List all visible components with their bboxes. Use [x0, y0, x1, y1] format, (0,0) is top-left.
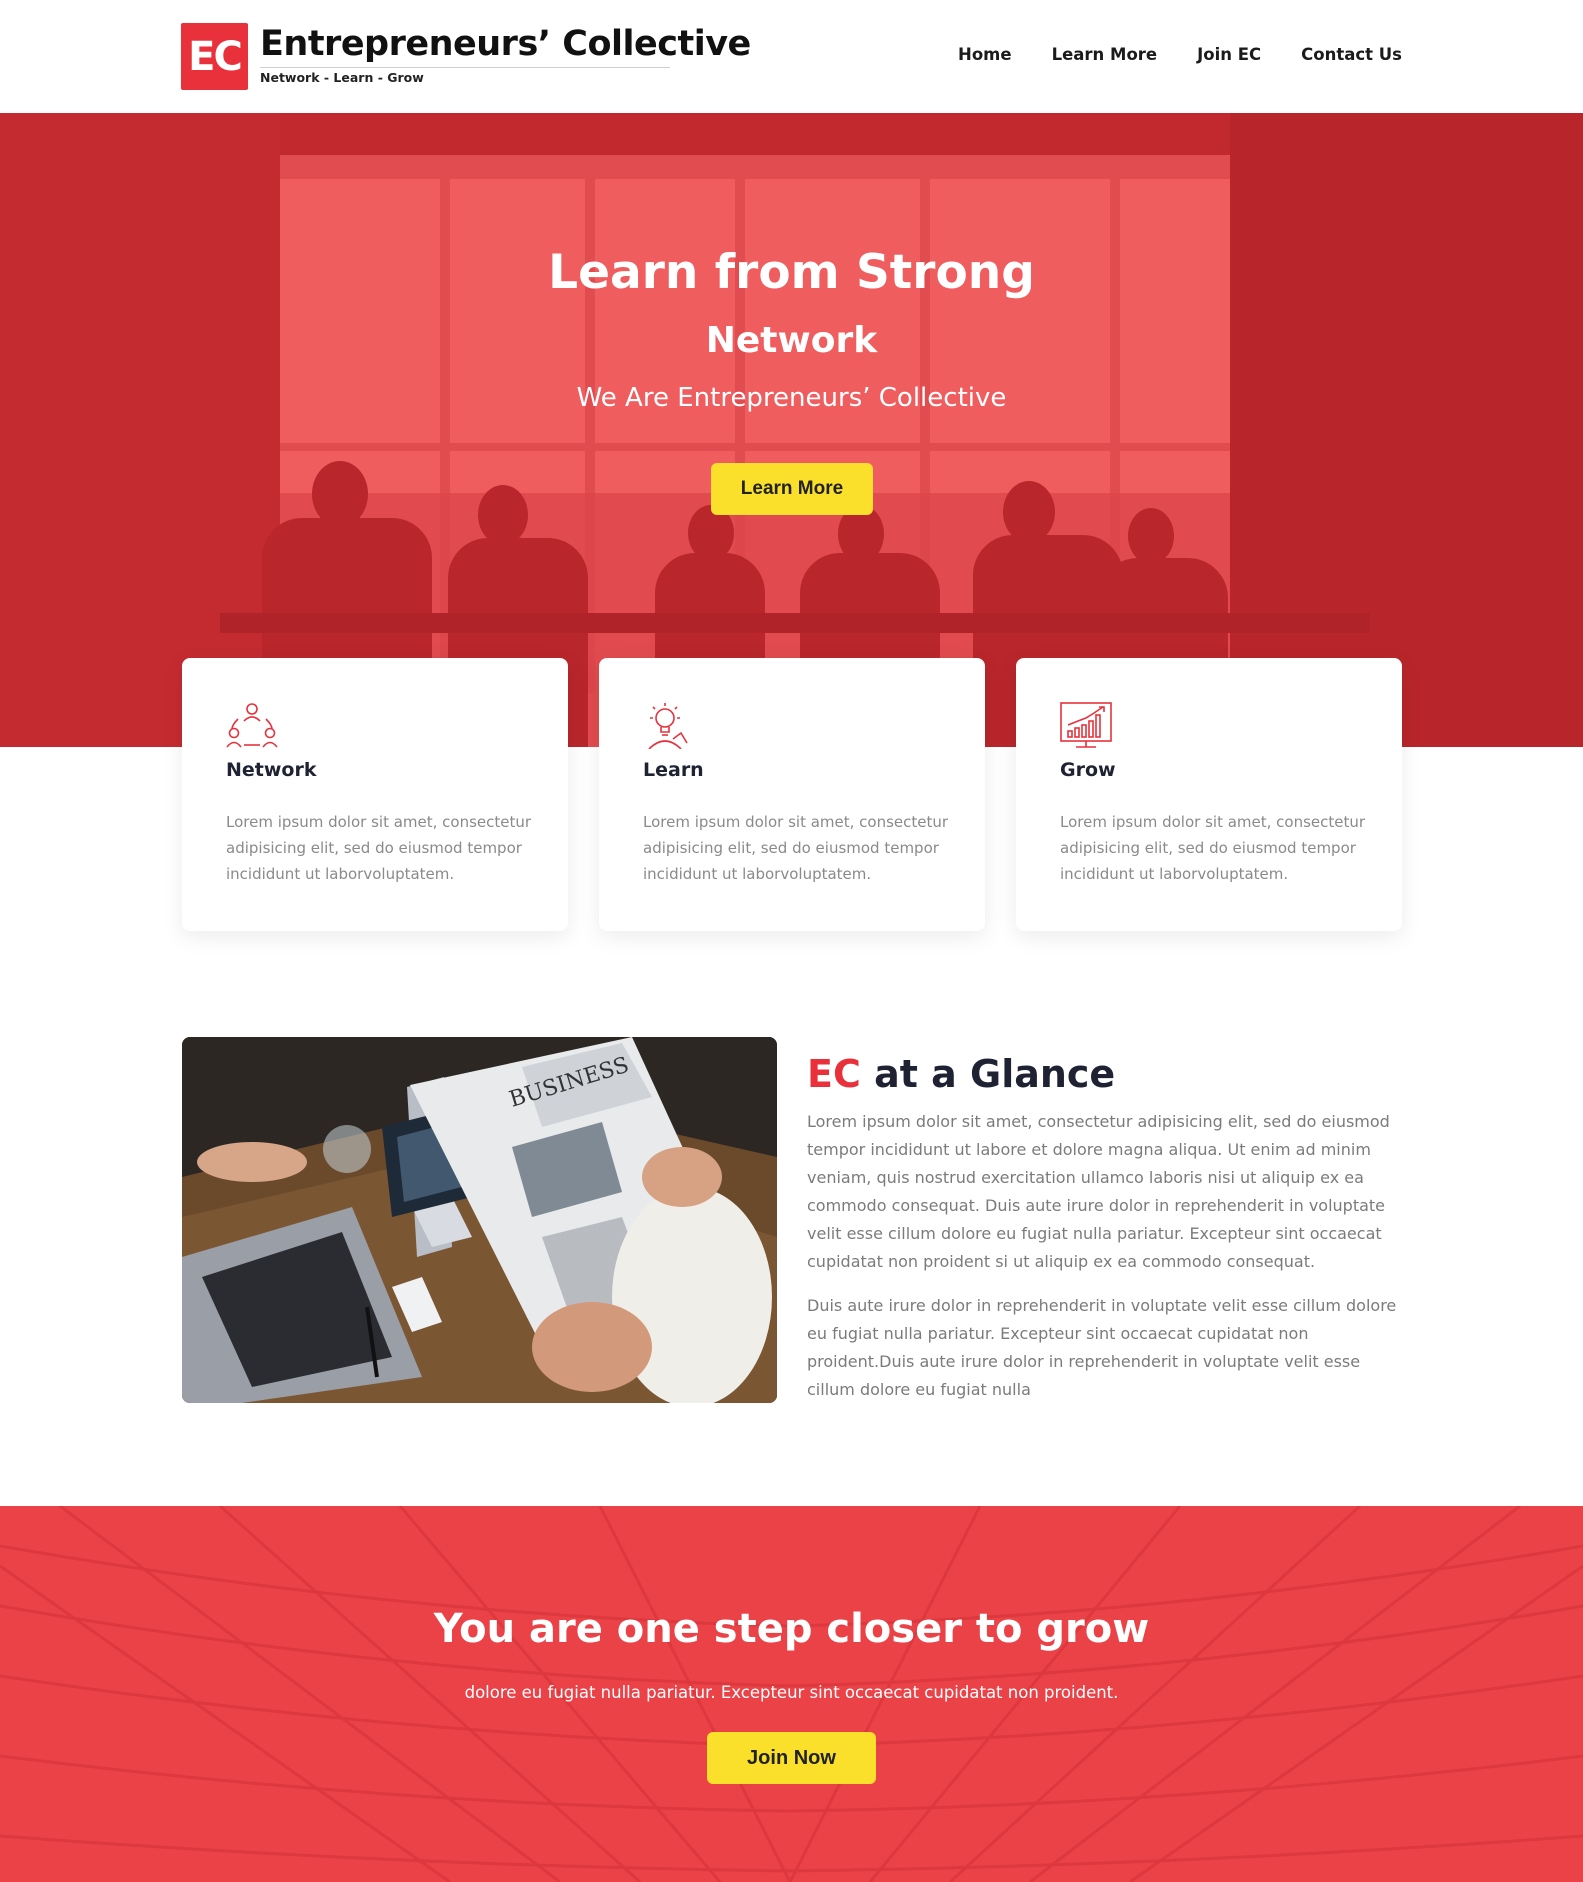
brand-logo[interactable]: EC Entrepreneurs’ Collective Network - L…	[181, 23, 751, 90]
hero-title: Learn from Strong	[548, 245, 1035, 300]
person-head	[1003, 481, 1055, 543]
about-title: EC at a Glance	[807, 1052, 1115, 1096]
person-head	[1128, 508, 1174, 564]
feature-text: Lorem ipsum dolor sit amet, consectetur …	[643, 813, 949, 883]
logo-text: Entrepreneurs’ Collective Network - Lear…	[260, 23, 751, 85]
about-photo: BUSINESS	[182, 1037, 777, 1403]
about-paragraph: Lorem ipsum dolor sit amet, consectetur …	[807, 1112, 1390, 1271]
hero-section: Learn from Strong Network We Are Entrepr…	[0, 113, 1583, 747]
feature-text: Lorem ipsum dolor sit amet, consectetur …	[1060, 813, 1366, 883]
cta-text: dolore eu fugiat nulla pariatur. Excepte…	[464, 1683, 1119, 1702]
hero-right-wall	[1230, 113, 1583, 747]
cta-section: You are one step closer to grow dolore e…	[0, 1506, 1583, 1882]
cta-title: You are one step closer to grow	[433, 1606, 1150, 1652]
nav-learn-more[interactable]: Learn More	[1052, 45, 1158, 64]
newspaper-photo: BUSINESS	[182, 1037, 777, 1403]
brand-name: Entrepreneurs’ Collective	[260, 24, 751, 64]
feature-text: Lorem ipsum dolor sit amet, consectetur …	[226, 813, 532, 883]
nav-home[interactable]: Home	[958, 45, 1012, 64]
network-icon	[226, 703, 278, 748]
hero-left-wall	[0, 113, 280, 747]
site-header: EC Entrepreneurs’ Collective Network - L…	[0, 0, 1583, 113]
logo-mark: EC	[181, 23, 248, 90]
feature-card-learn: Learn Lorem ipsum dolor sit amet, consec…	[599, 658, 985, 931]
brand-tagline: Network - Learn - Grow	[260, 70, 424, 85]
about-paragraph: Duis aute irure dolor in reprehenderit i…	[807, 1296, 1397, 1399]
window-frame-top	[280, 155, 1230, 179]
person-head	[478, 485, 528, 545]
logo-divider	[260, 67, 670, 68]
lightbulb-icon	[648, 703, 688, 749]
hero-subtitle: Network	[705, 320, 878, 361]
hero-tagline: We Are Entrepreneurs’ Collective	[576, 383, 1007, 413]
hero-learn-more-button[interactable]: Learn More	[711, 463, 873, 515]
feature-title: Grow	[1060, 759, 1116, 781]
about-title-accent: EC	[807, 1052, 861, 1096]
growth-chart-icon	[1060, 702, 1112, 748]
main-nav: Home Learn More Join EC Contact Us	[958, 45, 1402, 64]
join-now-button[interactable]: Join Now	[707, 1732, 876, 1784]
feature-card-network: Network Lorem ipsum dolor sit amet, cons…	[182, 658, 568, 931]
nav-join-ec[interactable]: Join EC	[1197, 45, 1261, 64]
feature-card-grow: Grow Lorem ipsum dolor sit amet, consect…	[1016, 658, 1402, 931]
feature-title: Learn	[643, 759, 704, 781]
about-title-rest: at a Glance	[860, 1052, 1116, 1096]
bar-counter	[220, 613, 1370, 633]
feature-title: Network	[226, 759, 317, 781]
window-transom	[280, 443, 1230, 451]
nav-contact-us[interactable]: Contact Us	[1301, 45, 1402, 64]
